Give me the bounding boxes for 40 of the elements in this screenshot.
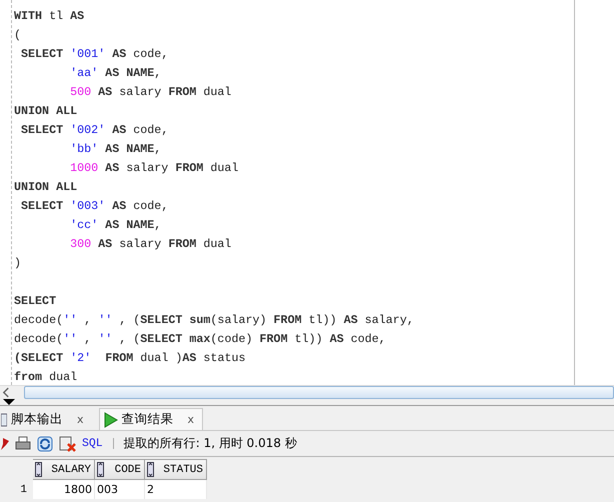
code-line: SELECT	[14, 293, 56, 310]
code-line: (SELECT '2' FROM dual )AS status	[14, 350, 246, 367]
table-cell: 1800	[33, 480, 95, 499]
code-line: from dual	[14, 369, 78, 386]
sql-link[interactable]: SQL	[82, 437, 103, 450]
code-line: 1000 AS salary FROM dual	[69, 160, 238, 177]
code-line: UNION ALL	[14, 103, 78, 120]
document-icon	[1, 412, 7, 426]
code-line: WITH tl AS	[14, 8, 84, 25]
row-number: 1	[19, 483, 28, 498]
play-icon	[104, 412, 118, 428]
sort-icon	[97, 462, 104, 477]
column-header[interactable]: SALARY	[33, 459, 95, 480]
sort-icon	[147, 462, 154, 477]
code-line: 'aa' AS NAME,	[69, 65, 162, 82]
code-line: 'bb' AS NAME,	[69, 141, 162, 158]
code-line: SELECT '001' AS code,	[20, 46, 168, 63]
result-tab[interactable]: 脚本输出 x	[0, 408, 93, 430]
pin-icon[interactable]	[0, 436, 9, 450]
code-line: decode('' , '' , (SELECT sum(salary) FROM tl)) AS salary,	[14, 312, 414, 329]
code-line: 300 AS salary FROM dual	[69, 236, 232, 253]
delete-icon[interactable]	[59, 436, 76, 452]
table-cell: 003	[95, 480, 145, 499]
print-icon[interactable]	[15, 436, 31, 451]
code-line: decode('' , '' , (SELECT max(code) FROM tl)) AS code,	[14, 331, 386, 348]
fetch-status: 提取的所有行: 1, 用时 0.018 秒	[124, 435, 297, 452]
result-tab[interactable]: 查询结果 x	[98, 408, 204, 430]
refresh-icon[interactable]	[37, 436, 53, 452]
table-cell: 2	[145, 480, 207, 499]
code-line: 500 AS salary FROM dual	[69, 84, 232, 101]
scrollbar-thumb[interactable]	[24, 386, 614, 398]
code-line: )	[14, 255, 22, 272]
code-line: (	[14, 27, 22, 44]
column-header[interactable]: STATUS	[145, 459, 207, 480]
code-line: SELECT '002' AS code,	[20, 122, 168, 139]
column-header[interactable]: CODE	[95, 459, 145, 480]
sort-icon	[35, 462, 42, 477]
code-line: UNION ALL	[14, 179, 78, 196]
code-line: 'cc' AS NAME,	[69, 217, 162, 234]
code-line: SELECT '003' AS code,	[20, 198, 168, 215]
